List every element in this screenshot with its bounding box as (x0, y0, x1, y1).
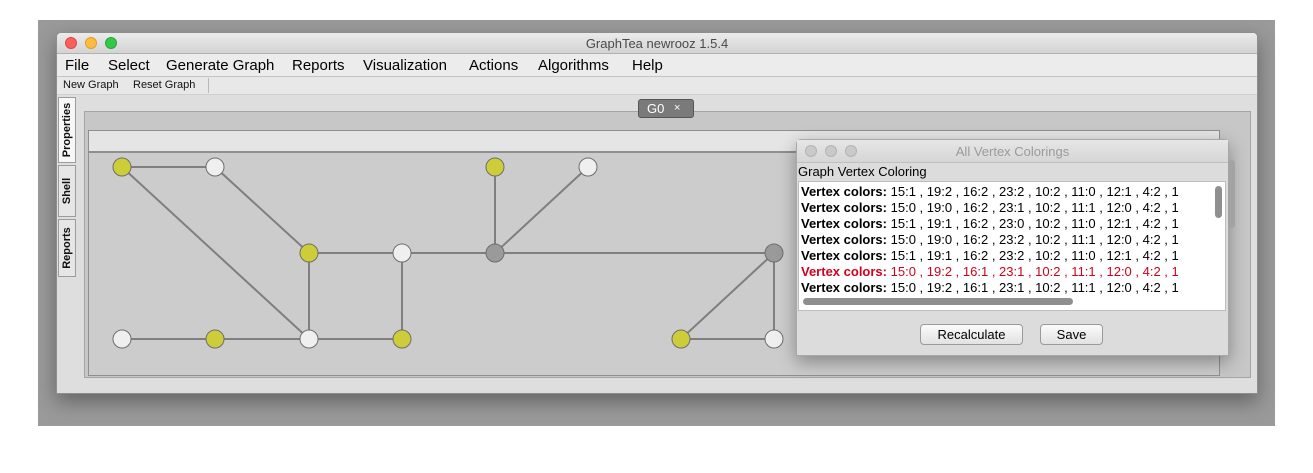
graph-vertex[interactable] (299, 243, 319, 263)
window-titlebar[interactable]: GraphTea newrooz 1.5.4 (57, 33, 1257, 54)
graph-vertex[interactable] (485, 157, 505, 177)
row-text: 15:1 , 19:2 , 16:2 , 23:2 , 10:2 , 11:0 … (890, 184, 1179, 199)
graph-vertex[interactable] (112, 157, 132, 177)
menu-algorithms[interactable]: Algorithms (538, 57, 609, 74)
row-text: 15:0 , 19:2 , 16:1 , 23:1 , 10:2 , 11:1 … (890, 264, 1179, 279)
graph-vertex[interactable] (299, 329, 319, 349)
toolbar: New Graph Reset Graph (57, 77, 1257, 95)
graph-vertex[interactable] (392, 329, 412, 349)
graph-edge[interactable] (121, 166, 310, 340)
row-prefix: Vertex colors: (801, 200, 887, 215)
list-item[interactable]: Vertex colors: 15:1 , 19:2 , 16:2 , 23:2… (801, 184, 1179, 200)
reset-graph-button[interactable]: Reset Graph (133, 79, 195, 91)
tab-properties[interactable]: Properties (58, 97, 76, 163)
graph-edge[interactable] (680, 252, 775, 340)
graph-vertex[interactable] (205, 329, 225, 349)
graph-vertex[interactable] (205, 157, 225, 177)
row-text: 15:1 , 19:1 , 16:2 , 23:2 , 10:2 , 11:0 … (890, 248, 1179, 263)
menu-select[interactable]: Select (108, 57, 150, 74)
menu-bar: File Select Generate Graph Reports Visua… (57, 54, 1257, 77)
tab-reports[interactable]: Reports (58, 219, 76, 277)
tab-shell[interactable]: Shell (58, 165, 76, 217)
list-item[interactable]: Vertex colors: 15:1 , 19:1 , 16:2 , 23:0… (801, 216, 1179, 232)
menu-generate-graph[interactable]: Generate Graph (166, 57, 274, 74)
row-prefix: Vertex colors: (801, 216, 887, 231)
row-prefix: Vertex colors: (801, 280, 887, 295)
close-icon[interactable]: × (674, 102, 680, 114)
menu-actions[interactable]: Actions (469, 57, 518, 74)
graph-vertex[interactable] (764, 329, 784, 349)
list-item-selected[interactable]: Vertex colors: 15:0 , 19:2 , 16:1 , 23:1… (801, 264, 1179, 280)
menu-file[interactable]: File (65, 57, 89, 74)
graph-edge[interactable] (214, 166, 310, 254)
list-item[interactable]: Vertex colors: 15:0 , 19:2 , 16:1 , 23:1… (801, 280, 1179, 296)
graph-vertex[interactable] (112, 329, 132, 349)
row-prefix: Vertex colors: (801, 248, 887, 263)
row-text: 15:1 , 19:1 , 16:2 , 23:0 , 10:2 , 11:0 … (890, 216, 1179, 231)
dialog-heading: Graph Vertex Coloring (798, 164, 927, 179)
tab-reports-label: Reports (61, 227, 73, 269)
graph-vertex[interactable] (764, 243, 784, 263)
list-item[interactable]: Vertex colors: 15:1 , 19:1 , 16:2 , 23:2… (801, 248, 1179, 264)
tab-shell-label: Shell (61, 177, 73, 205)
row-prefix: Vertex colors: (801, 184, 887, 199)
row-text: 15:0 , 19:0 , 16:2 , 23:2 , 10:2 , 11:1 … (890, 232, 1179, 247)
graph-edge[interactable] (494, 166, 589, 254)
toolbar-divider (208, 78, 209, 93)
graph-vertex[interactable] (671, 329, 691, 349)
list-vertical-scrollbar[interactable] (1215, 186, 1222, 218)
list-item[interactable]: Vertex colors: 15:0 , 19:0 , 16:2 , 23:1… (801, 200, 1179, 216)
row-text: 15:0 , 19:2 , 16:1 , 23:1 , 10:2 , 11:1 … (890, 280, 1179, 295)
row-prefix: Vertex colors: (801, 264, 887, 279)
vertex-coloring-list[interactable]: Vertex colors: 15:1 , 19:2 , 16:2 , 23:2… (798, 181, 1226, 311)
tab-g0[interactable]: G0 × (638, 99, 694, 118)
graph-vertex[interactable] (485, 243, 505, 263)
graph-vertex[interactable] (392, 243, 412, 263)
window-title: GraphTea newrooz 1.5.4 (585, 36, 729, 51)
all-vertex-colorings-dialog: All Vertex Colorings Graph Vertex Colori… (796, 139, 1235, 356)
menu-visualization[interactable]: Visualization (363, 57, 447, 74)
menu-help[interactable]: Help (632, 57, 663, 74)
dialog-titlebar[interactable]: All Vertex Colorings (797, 140, 1228, 163)
row-prefix: Vertex colors: (801, 232, 887, 247)
tab-properties-label: Properties (61, 102, 73, 158)
list-horizontal-scrollbar[interactable] (803, 298, 1073, 305)
tab-g0-label: G0 (647, 101, 665, 116)
recalculate-button[interactable]: Recalculate (920, 324, 1023, 345)
graph-vertex[interactable] (578, 157, 598, 177)
row-text: 15:0 , 19:0 , 16:2 , 23:1 , 10:2 , 11:1 … (890, 200, 1179, 215)
list-item[interactable]: Vertex colors: 15:0 , 19:0 , 16:2 , 23:2… (801, 232, 1179, 248)
dialog-vertical-scrollbar[interactable] (1228, 160, 1235, 228)
dialog-title: All Vertex Colorings (955, 144, 1070, 159)
new-graph-button[interactable]: New Graph (63, 79, 119, 91)
save-button[interactable]: Save (1040, 324, 1103, 345)
menu-reports[interactable]: Reports (292, 57, 345, 74)
